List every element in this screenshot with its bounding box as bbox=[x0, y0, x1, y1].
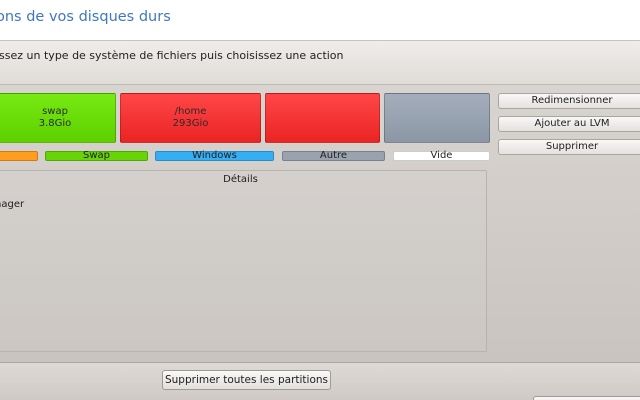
legend-empty: Vide bbox=[393, 151, 490, 161]
partition-empty[interactable] bbox=[384, 93, 490, 143]
partition-size: 293Gio bbox=[172, 118, 209, 129]
partition-swap[interactable]: swap 3.8Gio bbox=[0, 93, 116, 143]
partition-3[interactable] bbox=[265, 93, 380, 143]
instruction-bar: issez un type de système de fichiers pui… bbox=[0, 41, 640, 85]
details-text: nager bbox=[0, 199, 25, 210]
resize-button[interactable]: Redimensionner bbox=[498, 93, 640, 109]
instruction-text: issez un type de système de fichiers pui… bbox=[0, 49, 344, 62]
legend-windows: Windows bbox=[155, 151, 274, 161]
legend-swap: Swap bbox=[45, 151, 148, 161]
details-group: Détails nager bbox=[0, 170, 487, 352]
legend-other: Autre bbox=[282, 151, 385, 161]
delete-button[interactable]: Supprimer bbox=[498, 139, 640, 155]
legend-ext bbox=[0, 151, 38, 161]
details-title: Détails bbox=[223, 174, 258, 185]
partition-name: swap bbox=[42, 106, 68, 117]
add-lvm-button[interactable]: Ajouter au LVM bbox=[498, 116, 640, 132]
partition-size: 3.8Gio bbox=[38, 118, 72, 129]
header-bar: ons de vos disques durs bbox=[0, 0, 640, 41]
partition-name: /home bbox=[174, 106, 207, 117]
partition-home[interactable]: /home 293Gio bbox=[120, 93, 261, 143]
page-title: ons de vos disques durs bbox=[0, 9, 171, 25]
delete-all-partitions-button[interactable]: Supprimer toutes les partitions bbox=[162, 370, 331, 390]
next-button[interactable] bbox=[533, 396, 640, 400]
